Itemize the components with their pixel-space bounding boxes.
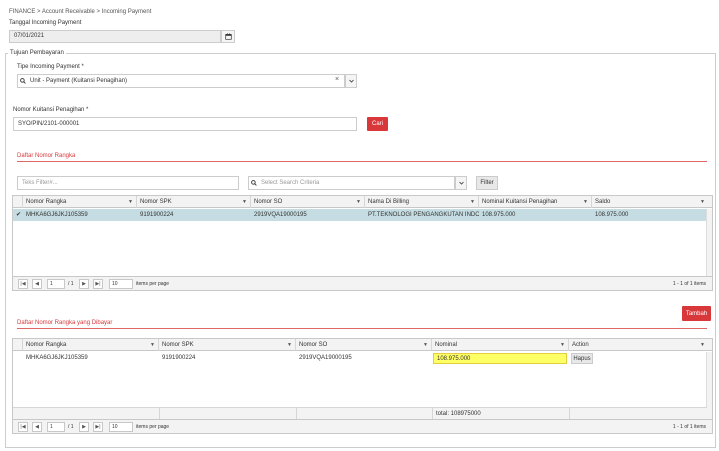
teks-filter-input[interactable]: Teks Filter#... [17,176,239,190]
table-row[interactable]: MHKA6GJ6JKJ105359 9191900224 2919VQA1900… [13,352,707,364]
col-nomor-so[interactable]: Nomor SO ▼ [296,339,432,351]
cell-saldo: 108.975.000 [595,212,629,218]
search-icon [251,180,257,186]
chevron-down-icon[interactable]: ▼ [560,339,565,351]
daftar-divider [17,161,707,162]
select-column-header[interactable] [13,339,23,351]
tipe-value: Unit - Payment (Kuitansi Penagihan) [30,78,128,84]
chevron-down-icon[interactable]: ▼ [583,196,588,208]
tipe-dropdown-button[interactable] [345,74,357,88]
tipe-select[interactable]: Unit - Payment (Kuitansi Penagihan) [17,74,345,88]
prev-page-icon[interactable]: ◀ [32,279,42,289]
col-nomor-rangka[interactable]: Nomor Rangka ▼ [23,339,159,351]
page-size-select[interactable]: 10 [109,279,133,289]
tipe-clear-button[interactable]: × [335,76,339,83]
chevron-down-icon[interactable]: ▼ [128,196,133,208]
nomor-label: Nomor Kuitansi Penagihan * [13,107,89,113]
dibayar-divider [17,328,707,329]
dibayar-title: Daftar Nomor Rangka yang Dibayar [17,320,113,326]
tanggal-label: Tanggal Incoming Payment [9,20,82,26]
dibayar-pager: |◀ ◀ 1 / 1 ▶ ▶| 10 items per page 1 - 1 … [13,419,712,433]
next-page-icon[interactable]: ▶ [79,279,89,289]
page-input[interactable]: 1 [47,279,65,289]
tanggal-input[interactable]: 07/01/2021 [9,30,221,43]
last-page-icon[interactable]: ▶| [93,422,103,432]
breadcrumb: FINANCE > Account Receivable > Incoming … [9,9,152,15]
col-action[interactable]: Action ▼ [569,339,708,351]
chevron-down-icon[interactable]: ▼ [470,196,475,208]
cari-button[interactable]: Cari [367,117,388,131]
page-size-select[interactable]: 10 [109,422,133,432]
cell-nominal: 108.975.000 [482,212,516,218]
daftar-grid-header: Nomor Rangka ▼ Nomor SPK ▼ Nomor SO ▼ Nama … [13,196,712,208]
col-nomor-rangka[interactable]: Nomor Rangka ▼ [23,196,137,208]
calendar-button[interactable] [221,30,235,43]
col-nama-billing[interactable]: Nama Di Billing ▼ [365,196,479,208]
cell-nomor-rangka: MHKA6GJ6JKJ105359 [26,355,88,361]
dibayar-footer: total: 108975000 [13,407,707,420]
criteria-placeholder: Select Search Criteria [261,180,320,186]
daftar-grid: Nomor Rangka ▼ Nomor SPK ▼ Nomor SO ▼ Nama … [12,195,713,291]
daftar-title: Daftar Nomor Rangka [17,153,76,159]
row-select[interactable] [13,352,23,364]
cell-nomor-rangka: MHKA6GJ6JKJ105359 [26,212,88,218]
col-nomor-spk[interactable]: Nomor SPK ▼ [159,339,296,351]
col-nominal[interactable]: Nominal ▼ [432,339,569,351]
chevron-down-icon [458,181,464,185]
last-page-icon[interactable]: ▶| [93,279,103,289]
tujuan-legend: Tujuan Pembayaran [8,50,66,56]
col-nominal-kuitansi[interactable]: Nominal Kuitansi Penagihan ▼ [479,196,592,208]
chevron-down-icon[interactable]: ▼ [700,339,705,351]
chevron-down-icon[interactable]: ▼ [423,339,428,351]
pager-info: 1 - 1 of 1 items [672,281,706,287]
chevron-down-icon[interactable]: ▼ [150,339,155,351]
cell-nomor-so: 2919VQA19000195 [299,355,352,361]
search-icon [20,78,26,84]
items-per-page-label: items per page [136,424,170,430]
daftar-pager: |◀ ◀ 1 / 1 ▶ ▶| 10 items per page 1 - 1 … [13,276,712,290]
check-icon[interactable]: ✔ [13,209,23,221]
pager-info: 1 - 1 of 1 items [672,424,706,430]
prev-page-icon[interactable]: ◀ [32,422,42,432]
page-input[interactable]: 1 [47,422,65,432]
chevron-down-icon[interactable]: ▼ [242,196,247,208]
col-saldo[interactable]: Saldo ▼ [592,196,708,208]
nomor-kuitansi-input[interactable]: SYO/PIN/2101-000001 [13,117,357,131]
first-page-icon[interactable]: |◀ [18,279,28,289]
hapus-button[interactable]: Hapus [571,353,593,364]
page-of: / 1 [68,424,74,430]
filter-button[interactable]: Filter [476,176,498,190]
search-criteria-select[interactable]: Select Search Criteria [248,176,455,190]
page-of: / 1 [68,281,74,287]
cell-nama-billing: PT.TEKNOLOGI PENGANGKUTAN INDONESIA [368,212,479,218]
cell-nomor-spk: 9191900224 [140,212,174,218]
criteria-dropdown-button[interactable] [455,176,467,190]
daftar-scrollbar[interactable] [706,209,712,277]
tipe-label: Tipe Incoming Payment * [17,64,84,70]
cell-nomor-spk: 9191900224 [162,355,196,361]
select-column-header[interactable] [13,196,23,208]
col-nomor-so[interactable]: Nomor SO ▼ [251,196,365,208]
chevron-down-icon[interactable]: ▼ [356,196,361,208]
first-page-icon[interactable]: |◀ [18,422,28,432]
cell-nomor-so: 2919VQA19000195 [254,212,307,218]
dibayar-grid-header: Nomor Rangka ▼ Nomor SPK ▼ Nomor SO ▼ Nomin… [13,339,712,351]
chevron-down-icon[interactable]: ▼ [700,196,705,208]
chevron-down-icon [348,79,354,83]
next-page-icon[interactable]: ▶ [79,422,89,432]
calendar-icon [224,33,232,40]
col-nomor-spk[interactable]: Nomor SPK ▼ [137,196,251,208]
nominal-input[interactable]: 108.975.000 [433,353,567,364]
chevron-down-icon[interactable]: ▼ [287,339,292,351]
items-per-page-label: items per page [136,281,170,287]
dibayar-grid: Nomor Rangka ▼ Nomor SPK ▼ Nomor SO ▼ Nomin… [12,338,713,434]
tambah-button[interactable]: Tambah [682,306,711,321]
table-row[interactable]: ✔ MHKA6GJ6JKJ105359 9191900224 2919VQA19… [13,209,707,221]
